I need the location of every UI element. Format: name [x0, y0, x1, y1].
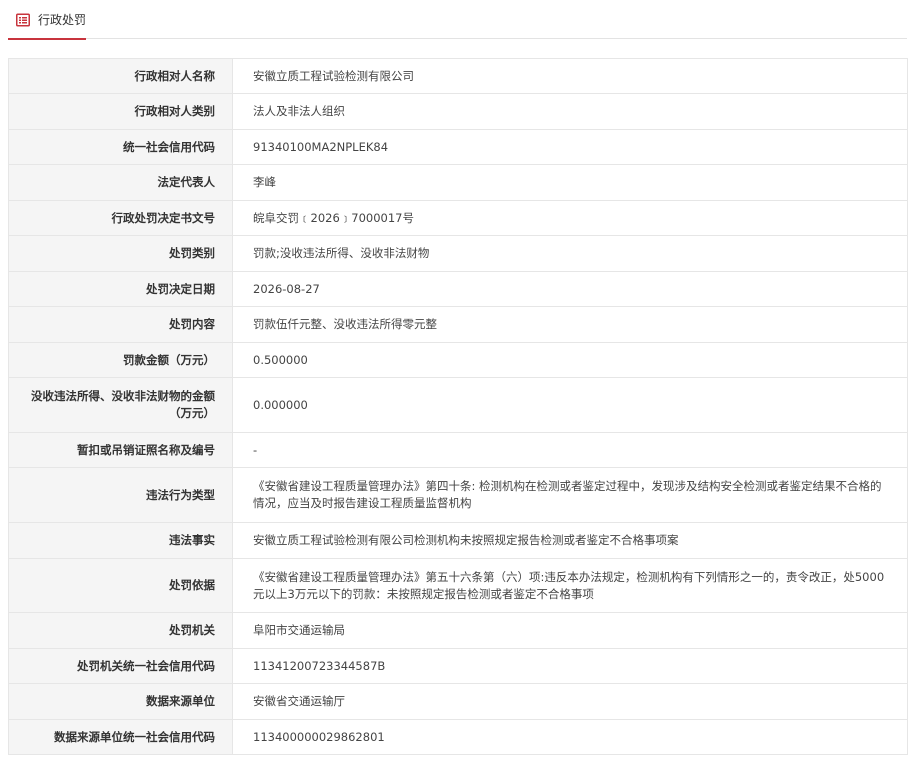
- row-label: 行政处罚决定书文号: [8, 200, 233, 236]
- table-row: 处罚机关统一社会信用代码 11341200723344587B: [8, 648, 908, 684]
- row-label: 数据来源单位: [8, 683, 233, 720]
- table-row: 数据来源单位统一社会信用代码 113400000029862801: [8, 719, 908, 755]
- row-label: 违法事实: [8, 522, 233, 559]
- table-row: 行政相对人类别 法人及非法人组织: [8, 93, 908, 130]
- row-label: 处罚机关统一社会信用代码: [8, 648, 233, 684]
- table-row: 处罚类别 罚款;没收违法所得、没收非法财物: [8, 235, 908, 272]
- row-value: -: [232, 432, 908, 468]
- row-value: 91340100MA2NPLEK84: [232, 129, 908, 165]
- table-row: 处罚机关 阜阳市交通运输局: [8, 612, 908, 649]
- table-row: 行政处罚决定书文号 皖阜交罚﹝2026﹞7000017号: [8, 200, 908, 236]
- row-label: 处罚内容: [8, 306, 233, 343]
- row-label: 处罚决定日期: [8, 271, 233, 307]
- table-row: 违法事实 安徽立质工程试验检测有限公司检测机构未按照规定报告检测或者鉴定不合格事…: [8, 522, 908, 559]
- row-label: 行政相对人类别: [8, 93, 233, 130]
- table-row: 处罚依据 《安徽省建设工程质量管理办法》第五十六条第（六）项:违反本办法规定，检…: [8, 558, 908, 613]
- document-list-icon: [16, 12, 30, 27]
- table-row: 行政相对人名称 安徽立质工程试验检测有限公司: [8, 58, 908, 94]
- tab-label: 行政处罚: [38, 12, 87, 27]
- row-value: 阜阳市交通运输局: [232, 612, 908, 649]
- row-label: 处罚依据: [8, 558, 233, 613]
- table-row: 数据来源单位 安徽省交通运输厅: [8, 683, 908, 720]
- row-value: 法人及非法人组织: [232, 93, 908, 130]
- row-label: 统一社会信用代码: [8, 129, 233, 165]
- table-row: 暂扣或吊销证照名称及编号 -: [8, 432, 908, 468]
- row-value: 安徽立质工程试验检测有限公司: [232, 58, 908, 94]
- row-label: 暂扣或吊销证照名称及编号: [8, 432, 233, 468]
- row-value: 11341200723344587B: [232, 648, 908, 684]
- row-value: 0.500000: [232, 342, 908, 378]
- row-value: 《安徽省建设工程质量管理办法》第五十六条第（六）项:违反本办法规定，检测机构有下…: [232, 558, 908, 613]
- table-row: 违法行为类型 《安徽省建设工程质量管理办法》第四十条: 检测机构在检测或者鉴定过…: [8, 467, 908, 523]
- row-label: 罚款金额（万元）: [8, 342, 233, 378]
- tab-administrative-penalty[interactable]: 行政处罚: [8, 0, 86, 40]
- row-label: 违法行为类型: [8, 467, 233, 523]
- section-header: 行政处罚: [8, 0, 907, 40]
- row-label: 处罚机关: [8, 612, 233, 649]
- row-label: 没收违法所得、没收非法财物的金额（万元）: [8, 377, 233, 433]
- row-value: 罚款伍仟元整、没收违法所得零元整: [232, 306, 908, 343]
- table-row: 法定代表人 李峰: [8, 164, 908, 201]
- table-row: 处罚决定日期 2026-08-27: [8, 271, 908, 307]
- row-label: 行政相对人名称: [8, 58, 233, 94]
- row-value: 2026-08-27: [232, 271, 908, 307]
- row-label: 处罚类别: [8, 235, 233, 272]
- table-row: 处罚内容 罚款伍仟元整、没收违法所得零元整: [8, 306, 908, 343]
- row-value: 113400000029862801: [232, 719, 908, 755]
- row-label: 数据来源单位统一社会信用代码: [8, 719, 233, 755]
- row-value: 0.000000: [232, 377, 908, 433]
- row-value: 安徽立质工程试验检测有限公司检测机构未按照规定报告检测或者鉴定不合格事项案: [232, 522, 908, 559]
- table-row: 统一社会信用代码 91340100MA2NPLEK84: [8, 129, 908, 165]
- row-value: 罚款;没收违法所得、没收非法财物: [232, 235, 908, 272]
- row-value: 李峰: [232, 164, 908, 201]
- row-value: 《安徽省建设工程质量管理办法》第四十条: 检测机构在检测或者鉴定过程中，发现涉及…: [232, 467, 908, 523]
- row-label: 法定代表人: [8, 164, 233, 201]
- row-value: 皖阜交罚﹝2026﹞7000017号: [232, 200, 908, 236]
- penalty-info-table: 行政相对人名称 安徽立质工程试验检测有限公司 行政相对人类别 法人及非法人组织 …: [8, 58, 908, 755]
- table-row: 没收违法所得、没收非法财物的金额（万元） 0.000000: [8, 377, 908, 433]
- row-value: 安徽省交通运输厅: [232, 683, 908, 720]
- table-row: 罚款金额（万元） 0.500000: [8, 342, 908, 378]
